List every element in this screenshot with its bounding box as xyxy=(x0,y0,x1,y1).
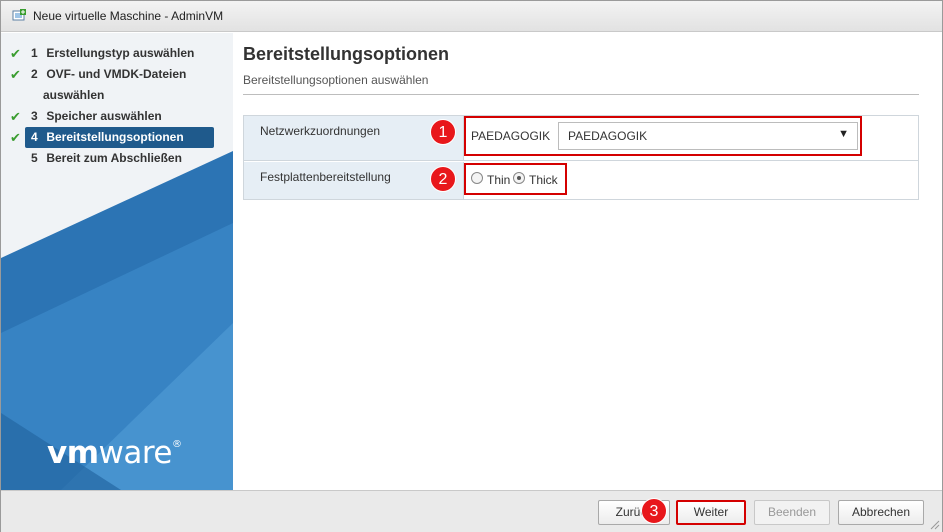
network-row: Netzwerkzuordnungen PAEDAGOGIK PAEDAGOGI… xyxy=(244,116,918,161)
dropdown-arrow-icon[interactable]: ▼ xyxy=(838,128,849,140)
next-button[interactable]: Weiter xyxy=(676,500,746,525)
source-network: PAEDAGOGIK xyxy=(471,129,551,143)
checkmark-icon: ✔ xyxy=(10,109,21,124)
window-title: Neue virtuelle Maschine - AdminVM xyxy=(33,9,224,23)
main-panel: Bereitstellungsoptionen Bereitstellungso… xyxy=(233,33,942,490)
resize-grip-icon[interactable] xyxy=(930,520,940,530)
divider xyxy=(243,94,919,95)
finish-button[interactable]: Beenden xyxy=(754,500,830,525)
step-1[interactable]: ✔ 1 Erstellungstyp auswählen xyxy=(1,43,233,64)
step-label: Bereit zum Abschließen xyxy=(46,151,182,165)
wizard-window: Neue virtuelle Maschine - AdminVM ✔ 1 Er… xyxy=(0,0,943,532)
annotation-badge-3: 3 xyxy=(641,498,667,524)
cancel-button[interactable]: Abbrechen xyxy=(838,500,924,525)
network-select[interactable]: PAEDAGOGIK ▼ xyxy=(558,122,858,150)
step-2[interactable]: ✔ 2 OVF- und VMDK-Dateien auswählen xyxy=(1,64,233,106)
thick-label[interactable]: Thick xyxy=(529,173,558,187)
button-bar: Zurück Weiter Beenden Abbrechen 3 xyxy=(1,490,942,532)
checkmark-icon: ✔ xyxy=(10,46,21,61)
page-subtitle: Bereitstellungsoptionen auswählen xyxy=(243,73,429,87)
new-vm-icon xyxy=(11,8,27,24)
title-bar: Neue virtuelle Maschine - AdminVM xyxy=(1,1,942,32)
annotation-badge-1: 1 xyxy=(430,119,456,145)
step-list: ✔ 1 Erstellungstyp auswählen ✔ 2 OVF- un… xyxy=(1,43,233,169)
vmware-logo: vmware® xyxy=(47,435,182,471)
step-label: Erstellungstyp auswählen xyxy=(46,46,195,60)
disk-provisioning-label: Festplattenbereitstellung xyxy=(260,170,391,184)
checkmark-icon: ✔ xyxy=(10,67,21,82)
checkmark-icon: ✔ xyxy=(10,130,21,145)
step-label: Speicher auswählen xyxy=(46,109,162,123)
step-label-continued: auswählen xyxy=(43,88,105,102)
thick-radio[interactable] xyxy=(513,172,525,184)
step-5[interactable]: 5 Bereit zum Abschließen xyxy=(1,148,233,169)
wizard-sidebar: ✔ 1 Erstellungstyp auswählen ✔ 2 OVF- un… xyxy=(1,33,233,490)
network-mapping-label: Netzwerkzuordnungen xyxy=(260,124,381,138)
options-table: Netzwerkzuordnungen PAEDAGOGIK PAEDAGOGI… xyxy=(243,115,919,200)
annotation-badge-2: 2 xyxy=(430,166,456,192)
step-label: OVF- und VMDK-Dateien xyxy=(46,67,187,81)
step-label: Bereitstellungsoptionen xyxy=(46,130,184,144)
network-select-value: PAEDAGOGIK xyxy=(568,129,648,143)
thin-label[interactable]: Thin xyxy=(487,173,510,187)
step-3[interactable]: ✔ 3 Speicher auswählen xyxy=(1,106,233,127)
step-4-active[interactable]: ✔ 4 Bereitstellungsoptionen xyxy=(1,127,233,148)
disk-provisioning-row: Festplattenbereitstellung Thin Thick xyxy=(244,162,918,199)
page-title: Bereitstellungsoptionen xyxy=(243,44,450,64)
thin-radio[interactable] xyxy=(471,172,483,184)
